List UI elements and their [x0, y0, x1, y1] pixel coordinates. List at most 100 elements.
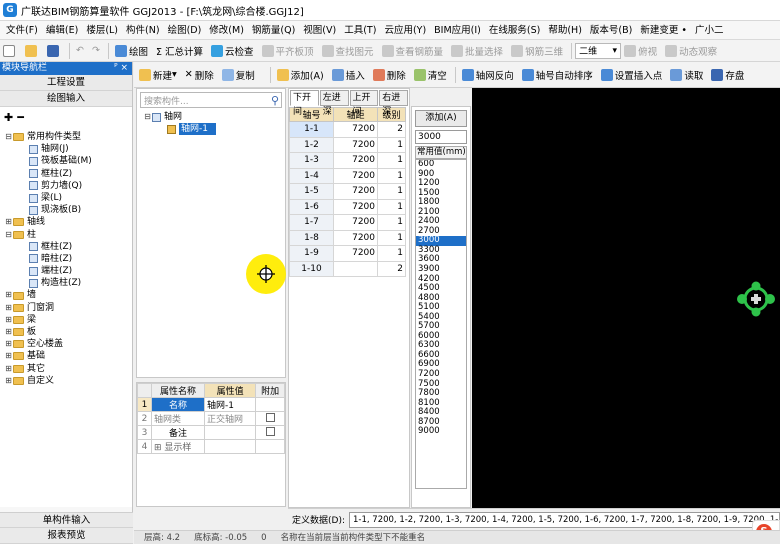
read-button[interactable]: 读取 [667, 66, 706, 84]
save-file-button[interactable] [44, 42, 64, 60]
table-row[interactable]: 1-4 7200 1 [289, 167, 406, 184]
cell-dist[interactable]: 7200 [333, 152, 378, 169]
expand-icon[interactable]: ⊞ [4, 289, 13, 301]
cell-dist[interactable]: 7200 [333, 198, 378, 215]
menu-edit[interactable]: 编辑(E) [42, 25, 82, 36]
tree-item[interactable]: 梁(L) [4, 192, 132, 204]
tree-item-axis-grid-1[interactable]: 轴网-1 [137, 123, 285, 136]
tree-root-axis-grid[interactable]: ⊟ 轴网 [137, 111, 285, 123]
table-row[interactable]: 1-5 7200 1 [289, 183, 406, 200]
add-axis-button[interactable]: 添加(A) [274, 66, 327, 84]
cell-dist[interactable]: 7200 [333, 183, 378, 200]
tree-item[interactable]: 框柱(Z) [4, 241, 132, 253]
table-row[interactable]: 1-2 7200 1 [289, 136, 406, 153]
menu-tools[interactable]: 工具(T) [340, 25, 380, 36]
dynamic-view-button[interactable]: 动态观察 [662, 42, 720, 60]
tree-folder[interactable]: ⊟ 柱 [4, 229, 132, 241]
extra-checkbox[interactable] [265, 412, 275, 422]
expand-icon[interactable]: ⊞ [4, 216, 13, 228]
table-row[interactable]: 1-9 7200 1 [289, 245, 406, 262]
tree-folder[interactable]: ⊞ 门窗洞 [4, 302, 132, 314]
menu-view[interactable]: 视图(V) [299, 25, 340, 36]
tree-folder[interactable]: ⊞ 基础 [4, 350, 132, 362]
tree-item[interactable]: 剪力墙(Q) [4, 180, 132, 192]
cell-dist[interactable] [333, 260, 378, 277]
tab-top-bay[interactable]: 上开间 [349, 90, 379, 117]
prop-row[interactable]: 2 轴网类 正交轴网 [137, 411, 285, 426]
tree-folder[interactable]: ⊞ 板 [4, 326, 132, 338]
cell-axis[interactable]: 1-7 [289, 214, 334, 231]
table-row[interactable]: 1-1 7200 2 [289, 121, 406, 138]
search-input[interactable]: 搜索构件... ⚲ [140, 92, 282, 108]
definition-data-input[interactable]: 1-1, 7200, 1-2, 7200, 1-3, 7200, 1-4, 72… [349, 511, 780, 528]
tree-folder[interactable]: ⊞ 其它 [4, 363, 132, 375]
tree-folder[interactable]: ⊞ 空心楼盖 [4, 338, 132, 350]
tree-item[interactable]: 筏板基础(M) [4, 155, 132, 167]
expand-icon[interactable]: ⊞ [4, 326, 13, 338]
extra-checkbox[interactable] [265, 426, 275, 436]
project-settings-button[interactable]: 工程设置 [0, 75, 132, 91]
cell-level[interactable]: 1 [377, 198, 406, 215]
cell-level[interactable]: 2 [377, 260, 406, 277]
cell-axis[interactable]: 1-8 [289, 229, 334, 246]
tree-folder[interactable]: ⊟ 常用构件类型 [4, 131, 132, 143]
redo-button[interactable]: ↷ [89, 42, 103, 60]
collapse-icon[interactable]: ⊟ [4, 131, 13, 143]
menu-version[interactable]: 版本号(B) [586, 25, 636, 36]
cell-dist[interactable]: 7200 [333, 229, 378, 246]
expand-icon[interactable]: ⊞ [4, 314, 13, 326]
cell-dist[interactable]: 7200 [333, 167, 378, 184]
new-component-button[interactable]: 新建 ▾ [136, 66, 180, 84]
prop-row[interactable]: 4 ⊞ 显示样 [137, 439, 285, 454]
expand-icon[interactable]: ⊞ [4, 338, 13, 350]
table-row[interactable]: 1-7 7200 1 [289, 214, 406, 231]
cell-level[interactable]: 1 [377, 183, 406, 200]
view-mode-select[interactable]: 二维 ▾ [575, 42, 622, 59]
menu-modify[interactable]: 修改(M) [205, 25, 248, 36]
menu-bim[interactable]: BIM应用(I) [430, 25, 485, 36]
delete-component-button[interactable]: ✕ 删除 [182, 66, 217, 84]
add-value-button[interactable]: 添加(A) [415, 110, 467, 127]
tree-item[interactable]: 轴网(J) [4, 143, 132, 155]
tab-bottom-bay[interactable]: 下开间 [290, 90, 319, 117]
table-row[interactable]: 1-10 2 [289, 260, 406, 277]
drawing-canvas[interactable] [472, 88, 780, 508]
set-insert-point-button[interactable]: 设置插入点 [598, 66, 666, 84]
cell-axis[interactable]: 1-6 [289, 198, 334, 215]
flat-slab-button[interactable]: 平齐板顶 [259, 42, 317, 60]
prop-value-input[interactable] [203, 425, 257, 440]
tab-right-depth[interactable]: 右进深 [379, 90, 408, 117]
expand-icon[interactable]: ⊞ [4, 375, 13, 387]
menu-file[interactable]: 文件(F) [2, 25, 42, 36]
cloud-check-button[interactable]: 云检查 [208, 42, 257, 60]
collapse-icon[interactable]: ⊟ [143, 111, 152, 123]
menu-floor[interactable]: 楼层(L) [82, 25, 122, 36]
cell-level[interactable]: 1 [377, 167, 406, 184]
axis-autosort-button[interactable]: 轴号自动排序 [519, 66, 596, 84]
search-icon[interactable]: ⚲ [271, 94, 279, 107]
draw-input-button[interactable]: 绘图输入 [0, 91, 132, 107]
insert-axis-button[interactable]: 插入 [329, 66, 368, 84]
distance-input[interactable]: 3000 [415, 130, 467, 144]
cell-dist[interactable]: 7200 [333, 214, 378, 231]
tab-left-depth[interactable]: 左进深 [319, 90, 349, 117]
delete-axis-button[interactable]: 删除 [370, 66, 409, 84]
cell-axis[interactable]: 1-2 [289, 136, 334, 153]
cell-axis[interactable]: 1-10 [289, 260, 334, 277]
tree-item[interactable]: 框柱(Z) [4, 168, 132, 180]
draw-button[interactable]: 绘图 [112, 42, 151, 60]
expand-icon[interactable]: ⊞ [154, 443, 164, 453]
menu-new-change[interactable]: 新建变更 • [636, 25, 691, 36]
tree-item[interactable]: 端柱(Z) [4, 265, 132, 277]
open-file-button[interactable] [22, 42, 42, 60]
cell-dist[interactable]: 7200 [333, 136, 378, 153]
rebar-3d-button[interactable]: 钢筋三维 [508, 42, 566, 60]
tree-item[interactable]: 现浇板(B) [4, 204, 132, 216]
cell-level[interactable]: 1 [377, 152, 406, 169]
tree-folder[interactable]: ⊞ 墙 [4, 289, 132, 301]
tree-folder[interactable]: ⊞ 自定义 [4, 375, 132, 387]
collapse-icon[interactable]: ⊟ [4, 229, 13, 241]
menu-rebar[interactable]: 钢筋量(Q) [248, 25, 299, 36]
list-item[interactable]: 9000 [416, 427, 466, 437]
report-preview-button[interactable]: 报表预览 [0, 528, 133, 544]
